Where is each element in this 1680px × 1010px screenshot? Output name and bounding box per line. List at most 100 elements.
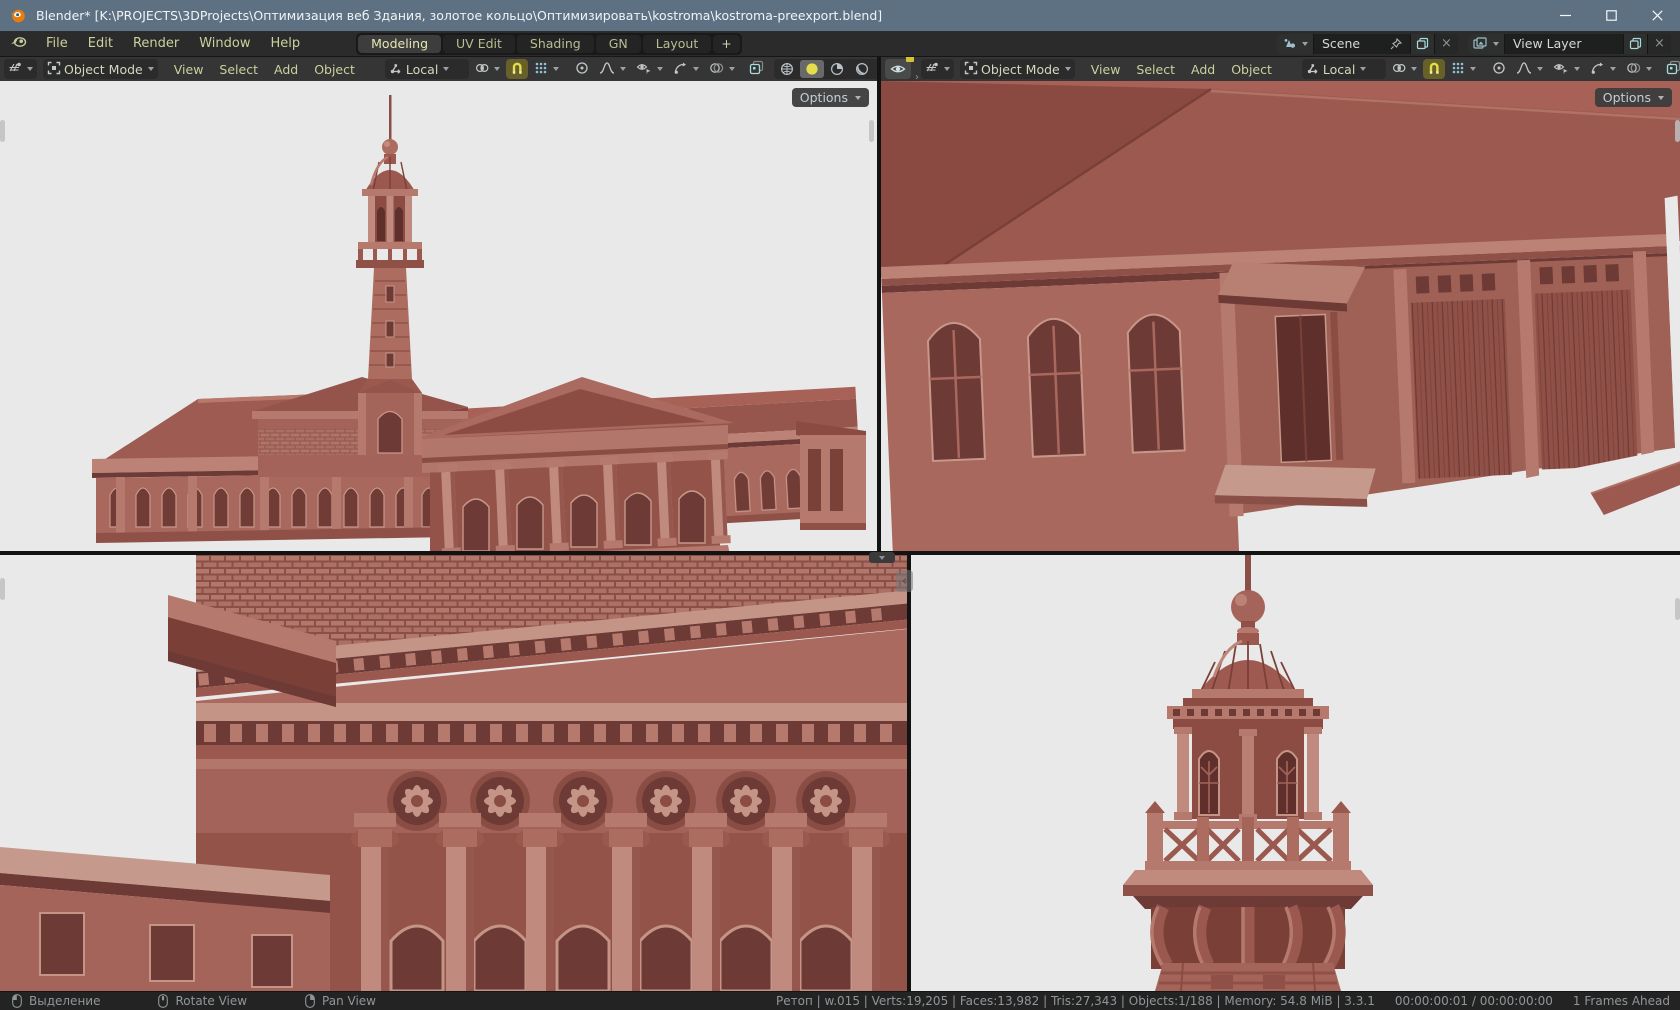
menu-window[interactable]: Window [189, 31, 260, 56]
object-visibility-select[interactable] [632, 59, 667, 79]
editor-type-button[interactable] [4, 59, 37, 79]
tab-shading[interactable]: Shading [517, 35, 594, 53]
menu-add[interactable]: Add [1183, 62, 1223, 77]
proportional-edit-toggle[interactable] [1488, 59, 1510, 79]
menu-select[interactable]: Select [211, 62, 266, 77]
mode-select[interactable]: Object Mode [43, 59, 158, 79]
menu-render[interactable]: Render [123, 31, 189, 56]
overlays-toggle[interactable] [705, 59, 739, 79]
viewport-3-canvas[interactable] [0, 555, 907, 991]
menu-file[interactable]: File [36, 31, 78, 56]
pivot-point-select[interactable] [1388, 59, 1421, 79]
right-mouse-icon [305, 994, 315, 1008]
chevron-down-icon [1574, 67, 1580, 71]
xray-icon [749, 60, 764, 78]
viewport-options-button[interactable]: Options [1595, 88, 1672, 107]
menu-view[interactable]: View [1083, 62, 1129, 77]
gizmos-toggle[interactable] [1586, 59, 1620, 79]
chevron-down-icon [553, 67, 559, 71]
shading-wireframe-button[interactable] [775, 60, 799, 78]
pin-icon[interactable] [1390, 38, 1402, 50]
chevron-down-icon [1537, 67, 1543, 71]
add-workspace-button[interactable]: + [713, 35, 739, 53]
region-edge-handle[interactable] [0, 578, 5, 600]
region-edge-handle[interactable] [0, 120, 5, 142]
menu-view[interactable]: View [166, 62, 212, 77]
xray-toggle[interactable] [1662, 59, 1680, 79]
scene-browse-button[interactable] [1277, 34, 1314, 54]
shading-rendered-button[interactable] [850, 60, 874, 78]
snap-toggle[interactable] [506, 59, 528, 79]
hint-select: Выделение [12, 994, 100, 1008]
view-layer-name-field[interactable]: View Layer [1505, 34, 1623, 54]
tab-gn[interactable]: GN [596, 35, 641, 53]
viewport-menus: View Select Add Object [166, 62, 363, 77]
snap-settings-select[interactable] [1447, 59, 1480, 79]
scene-icon [1282, 37, 1297, 50]
middle-mouse-icon [158, 994, 168, 1008]
blender-logo-icon [10, 7, 27, 24]
region-edge-handle[interactable] [869, 120, 874, 142]
gizmos-toggle[interactable] [669, 59, 703, 79]
shading-material-button[interactable] [825, 60, 849, 78]
tab-layout[interactable]: Layout [643, 35, 712, 53]
header-visibility-eye-button[interactable]: › [885, 59, 911, 79]
region-corner-chevron[interactable] [869, 552, 895, 563]
snap-toggle[interactable] [1423, 59, 1445, 79]
close-button[interactable] [1634, 0, 1680, 31]
minimize-button[interactable] [1542, 0, 1588, 31]
entablature [196, 703, 907, 769]
chevron-down-icon [1658, 96, 1664, 100]
remove-view-layer-button[interactable]: × [1647, 34, 1671, 54]
menu-object[interactable]: Object [306, 62, 363, 77]
falloff-select[interactable] [1512, 59, 1547, 79]
mode-label: Object Mode [64, 62, 143, 77]
region-edge-handle[interactable] [1675, 120, 1680, 142]
overlays-toggle[interactable] [1622, 59, 1656, 79]
xray-toggle[interactable] [745, 59, 768, 79]
tab-uv-edit[interactable]: UV Edit [443, 35, 515, 53]
frames-ahead: 1 Frames Ahead [1573, 994, 1670, 1008]
titlebar: Blender* [K:\PROJECTS\3DProjects\Оптимиз… [0, 0, 1680, 31]
octagonal-platform [1123, 870, 1373, 909]
eye-cursor-icon [636, 61, 652, 78]
snap-settings-select[interactable] [530, 59, 563, 79]
maximize-button[interactable] [1588, 0, 1634, 31]
region-edge-handle[interactable] [1675, 598, 1680, 620]
menu-help[interactable]: Help [261, 31, 311, 56]
chevron-down-icon [27, 67, 33, 71]
view-layer-browse-button[interactable] [1468, 34, 1505, 54]
menu-select[interactable]: Select [1128, 62, 1183, 77]
mode-select[interactable]: Object Mode [960, 59, 1075, 79]
transform-orientation-select[interactable]: Local [385, 59, 469, 79]
viewport-editor-icon [925, 61, 939, 78]
viewport-1-header: Object Mode View Select Add Object Local [0, 57, 877, 81]
viewport-options-button[interactable]: Options [792, 88, 869, 107]
object-visibility-select[interactable] [1549, 59, 1584, 79]
tab-modeling[interactable]: Modeling [358, 35, 441, 53]
falloff-select[interactable] [595, 59, 630, 79]
unlink-scene-button[interactable]: × [1434, 34, 1458, 54]
chevron-down-icon [1470, 67, 1476, 71]
editor-type-button[interactable] [921, 59, 954, 79]
proportional-edit-toggle[interactable] [571, 59, 593, 79]
scene-building-overview [0, 81, 877, 551]
left-mouse-icon [12, 994, 22, 1008]
chevron-down-icon [1610, 67, 1616, 71]
new-view-layer-button[interactable] [1623, 34, 1647, 54]
transform-orientation-select[interactable]: Local [1302, 59, 1386, 79]
scene-name-field[interactable]: Scene [1314, 34, 1410, 54]
menu-object[interactable]: Object [1223, 62, 1280, 77]
new-scene-button[interactable] [1410, 34, 1434, 54]
menu-add[interactable]: Add [266, 62, 306, 77]
menu-edit[interactable]: Edit [78, 31, 123, 56]
gizmo-icon [1590, 61, 1605, 78]
blender-menu-icon[interactable] [10, 34, 28, 53]
pivot-point-select[interactable] [471, 59, 504, 79]
viewport-2-canvas[interactable]: Options [881, 81, 1680, 551]
region-corner-arrow[interactable]: ‹ [896, 570, 913, 592]
viewport-1-canvas[interactable]: Options [0, 81, 877, 551]
viewport-4-canvas[interactable] [911, 555, 1680, 991]
shaft [1155, 963, 1341, 991]
shading-solid-button[interactable] [800, 60, 824, 78]
